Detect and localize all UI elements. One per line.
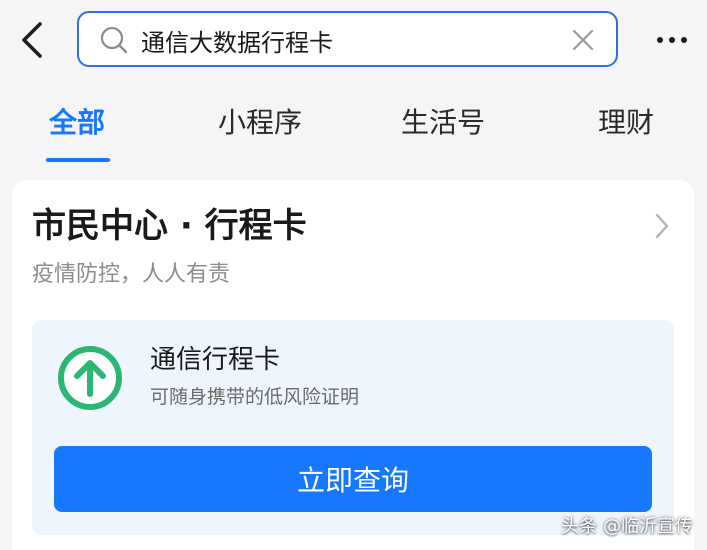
result-card-header[interactable]: 市民中心 · 行程卡 疫情防控，人人有责 (12, 180, 694, 290)
active-tab-indicator (46, 158, 110, 162)
search-input[interactable] (141, 21, 541, 59)
tab-finance[interactable]: 理财 (598, 103, 654, 143)
tab-all[interactable]: 全部 (49, 103, 105, 143)
search-box[interactable] (77, 11, 618, 67)
watermark: 头条 @临沂宣传 (561, 516, 693, 537)
more-dots-icon (657, 37, 687, 43)
service-panel: 通信行程卡 可随身携带的低风险证明 立即查询 (32, 320, 674, 535)
tab-mini-programs[interactable]: 小程序 (218, 103, 302, 143)
service-name: 通信行程卡 (150, 345, 281, 375)
search-icon (100, 26, 128, 54)
result-card: 市民中心 · 行程卡 疫情防控，人人有责 通信行程卡 可随身携带的低风险证明 立… (12, 180, 694, 550)
back-button[interactable] (14, 18, 54, 62)
service-description: 可随身携带的低风险证明 (150, 386, 360, 408)
more-button[interactable] (652, 28, 692, 52)
top-bar: 全部 小程序 生活号 理财 (0, 0, 707, 168)
green-up-arrow-icon (58, 346, 122, 410)
query-now-button[interactable]: 立即查询 (54, 446, 652, 512)
result-card-title: 市民中心 · 行程卡 (32, 206, 307, 246)
tab-life-accounts[interactable]: 生活号 (401, 103, 485, 143)
chevron-left-icon (22, 22, 42, 58)
chevron-right-icon (655, 213, 669, 239)
result-card-subtitle: 疫情防控，人人有责 (32, 262, 231, 287)
close-icon[interactable] (570, 27, 596, 53)
